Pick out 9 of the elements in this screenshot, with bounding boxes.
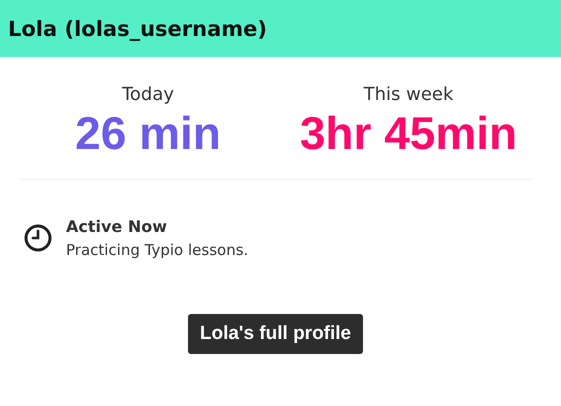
- clock-icon: [24, 224, 52, 252]
- activity-detail: Practicing Typio lessons.: [66, 240, 248, 261]
- stat-value: 26 min: [75, 107, 221, 159]
- stat-value: 3hr 45min: [300, 107, 518, 159]
- user-title: Lola (lolas_username): [8, 16, 267, 40]
- stat-label: Today: [122, 83, 174, 107]
- profile-button[interactable]: Lola's full profile: [188, 314, 364, 354]
- stat-label: This week: [364, 83, 454, 107]
- activity-title: Active Now: [66, 216, 168, 238]
